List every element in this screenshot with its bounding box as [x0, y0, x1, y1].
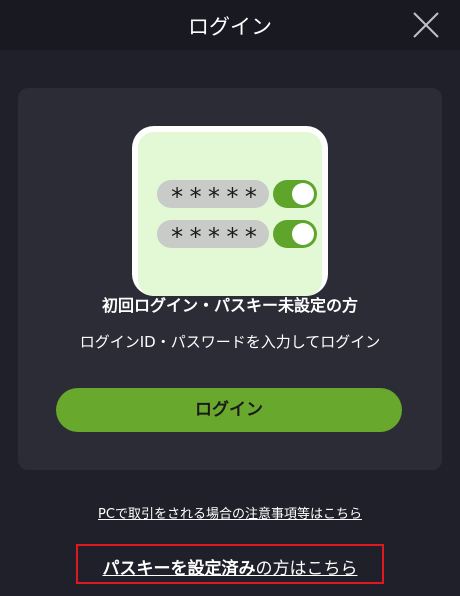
toggle-knob — [292, 223, 314, 245]
toggle-on-icon — [273, 220, 317, 248]
phone-frame: ***** ***** — [132, 126, 328, 296]
header-bar: ログイン — [0, 0, 460, 50]
login-button[interactable]: ログイン — [56, 388, 402, 432]
phone-screen: ***** ***** — [138, 132, 322, 296]
card-description: ログインID・パスワードを入力してログイン — [79, 333, 381, 351]
toggle-knob — [292, 183, 314, 205]
toggle-on-icon — [273, 180, 317, 208]
phone-illustration: ***** ***** — [132, 126, 328, 296]
password-mask: ***** — [157, 180, 269, 211]
passkey-link-bold: パスキーを設定済み — [102, 559, 256, 579]
password-mask: ***** — [157, 220, 269, 251]
password-row: ***** — [157, 180, 317, 211]
card-title: 初回ログイン・パスキー未設定の方 — [101, 296, 358, 315]
passkey-highlight-box: パスキーを設定済みの方はこちら — [76, 544, 384, 584]
password-row: ***** — [157, 220, 317, 251]
passkey-login-link[interactable]: パスキーを設定済みの方はこちら — [78, 554, 382, 579]
pc-notice-link[interactable]: PCで取引をされる場合の注意事項等はこちら — [0, 503, 460, 522]
close-icon — [413, 12, 439, 38]
login-card: ***** ***** 初回ログイン・パスキー未設定の方 ログインID・パスワー… — [18, 88, 442, 470]
close-button[interactable] — [412, 11, 440, 39]
passkey-link-rest: の方はこちら — [255, 559, 358, 579]
page-title: ログイン — [188, 15, 272, 39]
